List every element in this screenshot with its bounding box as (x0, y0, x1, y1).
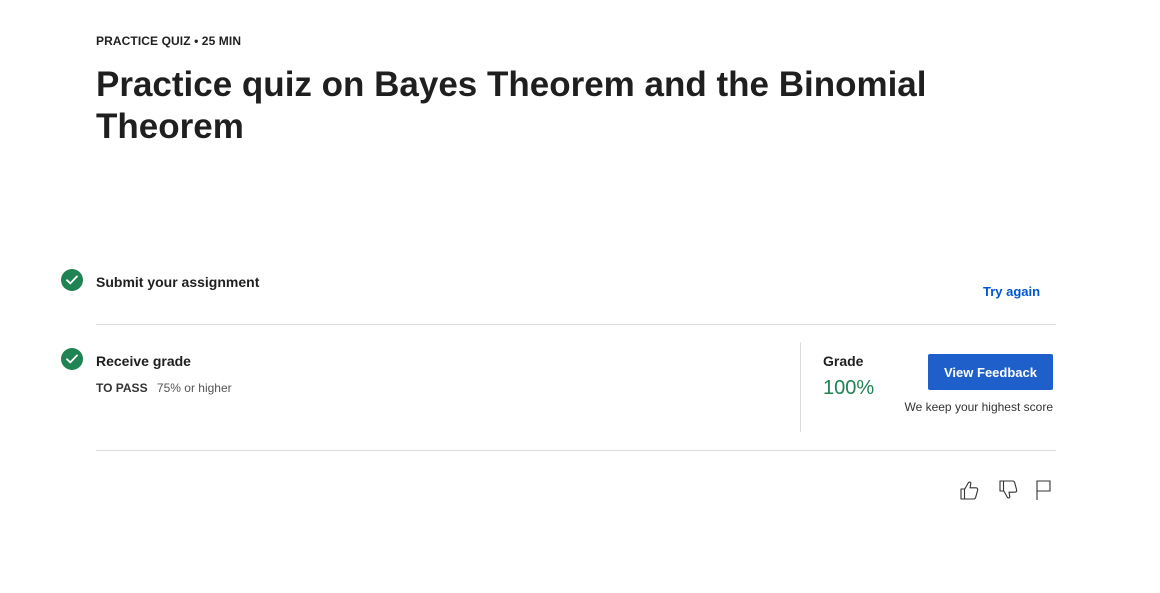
page-title: Practice quiz on Bayes Theorem and the B… (96, 65, 927, 146)
item-meta: PRACTICE QUIZ • 25 MIN (96, 34, 242, 48)
step-receive-grade: Receive grade TO PASS 75% or higher Grad… (0, 342, 1160, 448)
checkmark-icon (66, 354, 78, 364)
page-header: PRACTICE QUIZ • 25 MIN Practice quiz on … (96, 34, 996, 148)
divider (96, 324, 1056, 325)
flag-icon (1036, 480, 1051, 500)
feedback-actions (956, 478, 1056, 502)
try-again-link[interactable]: Try again (983, 284, 1040, 299)
check-circle-icon (61, 269, 83, 291)
divider (96, 450, 1056, 451)
step-title-submit: Submit your assignment (96, 274, 260, 290)
highest-score-note: We keep your highest score (904, 400, 1053, 414)
like-button[interactable] (957, 478, 981, 502)
dislike-button[interactable] (996, 478, 1020, 502)
checkmark-icon (66, 275, 78, 285)
check-circle-icon (61, 348, 83, 370)
step-title-grade: Receive grade (96, 353, 191, 369)
step-submit-assignment: Submit your assignment Try again (0, 268, 1160, 325)
report-button[interactable] (1032, 478, 1056, 502)
vertical-divider (800, 342, 801, 432)
grade-label: Grade (823, 353, 864, 369)
pass-label: TO PASS (96, 381, 148, 395)
pass-requirement: TO PASS 75% or higher (96, 381, 232, 395)
thumbs-down-icon (999, 480, 1018, 499)
grade-value: 100% (823, 377, 875, 399)
view-feedback-button[interactable]: View Feedback (928, 354, 1053, 390)
thumbs-up-icon (960, 481, 979, 500)
pass-value: 75% or higher (156, 381, 232, 395)
